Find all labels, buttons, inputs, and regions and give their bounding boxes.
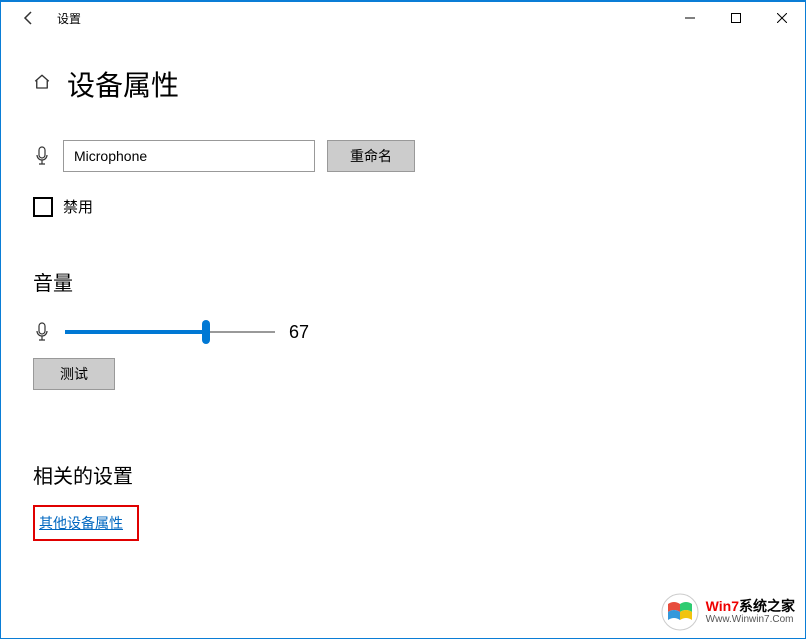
back-button[interactable] bbox=[9, 2, 49, 34]
watermark-brand: Win7系统之家 bbox=[706, 599, 795, 614]
microphone-icon bbox=[33, 146, 51, 166]
slider-fill bbox=[65, 330, 206, 334]
other-device-properties-link[interactable]: 其他设备属性 bbox=[39, 515, 123, 531]
titlebar: 设置 bbox=[1, 2, 805, 34]
related-section-title: 相关的设置 bbox=[33, 460, 773, 489]
minimize-button[interactable] bbox=[667, 2, 713, 34]
volume-slider[interactable] bbox=[65, 320, 275, 344]
disable-checkbox[interactable] bbox=[33, 197, 53, 217]
test-button[interactable]: 测试 bbox=[33, 358, 115, 390]
content-area: 设备属性 重命名 禁用 音量 67 测试 相关的设置 其他设备属性 bbox=[1, 34, 805, 561]
page-header: 设备属性 bbox=[33, 64, 773, 104]
close-button[interactable] bbox=[759, 2, 805, 34]
disable-label: 禁用 bbox=[63, 196, 93, 217]
volume-section-title: 音量 bbox=[33, 267, 773, 296]
device-name-row: 重命名 bbox=[33, 140, 773, 172]
device-name-input[interactable] bbox=[63, 140, 315, 172]
link-highlight-box: 其他设备属性 bbox=[33, 505, 139, 541]
window-controls bbox=[667, 2, 805, 34]
watermark: Win7系统之家 Www.Winwin7.Com bbox=[660, 592, 795, 632]
rename-button[interactable]: 重命名 bbox=[327, 140, 415, 172]
slider-thumb[interactable] bbox=[202, 320, 210, 344]
watermark-logo-icon bbox=[660, 592, 700, 632]
watermark-url: Www.Winwin7.Com bbox=[706, 614, 795, 625]
page-title: 设备属性 bbox=[67, 64, 179, 104]
microphone-icon bbox=[33, 322, 51, 342]
volume-value: 67 bbox=[289, 322, 309, 343]
volume-slider-row: 67 bbox=[33, 320, 773, 344]
window-title: 设置 bbox=[57, 10, 81, 27]
maximize-button[interactable] bbox=[713, 2, 759, 34]
home-icon[interactable] bbox=[33, 73, 51, 96]
disable-row: 禁用 bbox=[33, 196, 773, 217]
